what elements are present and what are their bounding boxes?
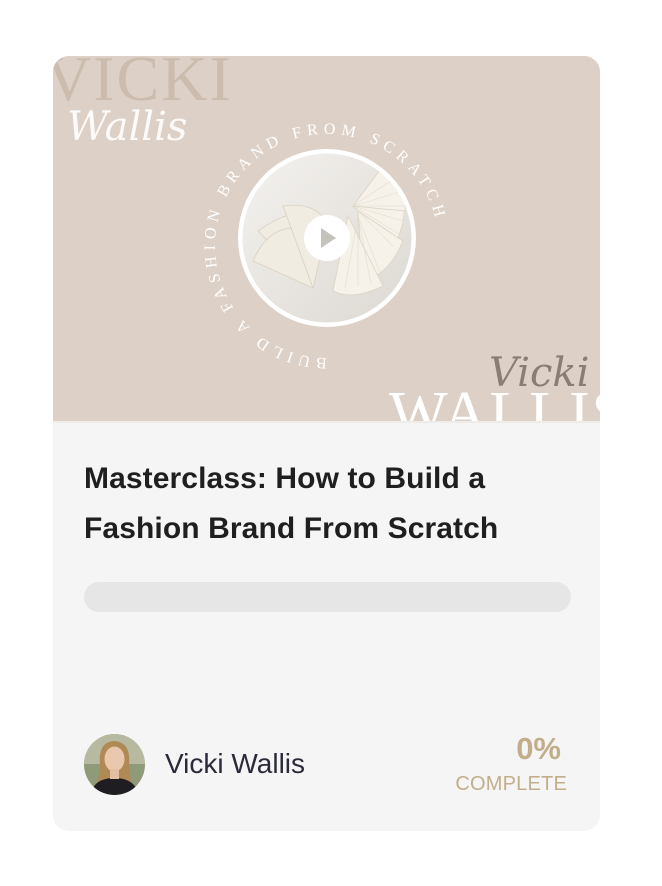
course-card[interactable]: VICKI Wallis BUILD A FASHION BRAND FROM … [53,56,600,831]
course-thumbnail[interactable]: VICKI Wallis BUILD A FASHION BRAND FROM … [53,56,600,421]
brand-bottom-caps: WALLIS [389,380,600,421]
progress-bar [84,582,571,612]
complete-label: COMPLETE [455,773,567,795]
avatar-image [84,734,145,795]
thumbnail-divider [53,421,600,423]
author-name[interactable]: Vicki Wallis [165,746,305,782]
brand-top-script: Wallis [67,104,187,150]
thumbnail-artwork: VICKI Wallis BUILD A FASHION BRAND FROM … [53,56,600,421]
course-title[interactable]: Masterclass: How to Build a Fashion Bran… [84,454,574,554]
progress-percent: 0% [516,731,561,766]
play-icon[interactable] [304,215,350,261]
author-avatar[interactable] [84,734,145,795]
